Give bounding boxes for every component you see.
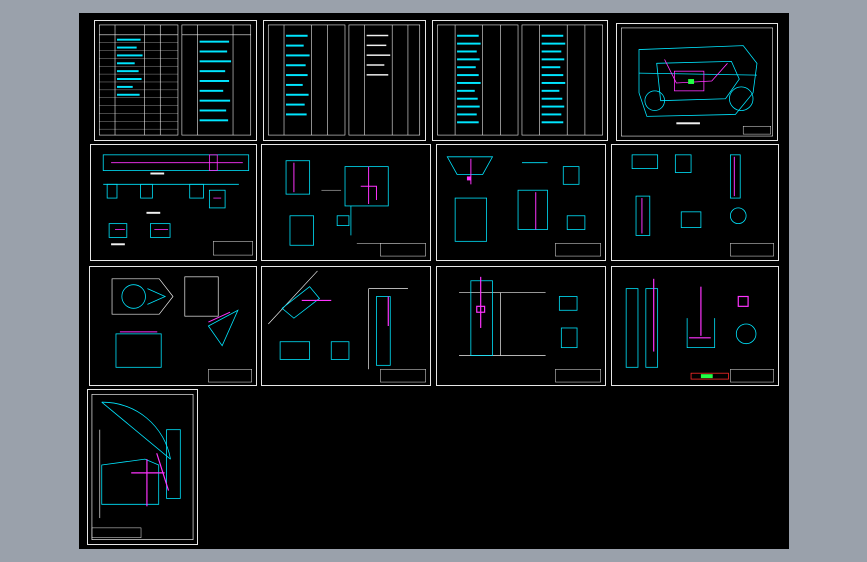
detail-drawing bbox=[446, 156, 601, 257]
detail-drawing bbox=[268, 270, 426, 383]
drawing-sheet-detail-8[interactable] bbox=[611, 266, 779, 386]
drawing-sheet-detail-2[interactable] bbox=[261, 144, 431, 261]
detail-drawing bbox=[625, 278, 774, 383]
schedule-table-drawing bbox=[98, 24, 252, 136]
detail-drawing bbox=[459, 276, 601, 383]
drawing-sheet-detail-6[interactable] bbox=[261, 266, 431, 386]
detail-drawing bbox=[111, 276, 252, 383]
drawing-sheet-detail-4[interactable] bbox=[611, 144, 779, 261]
plan-drawing bbox=[91, 393, 194, 541]
schedule-table-drawing bbox=[437, 24, 603, 136]
drawing-sheet-schedule-1[interactable] bbox=[94, 20, 257, 141]
drawing-sheet-plan-overview[interactable] bbox=[616, 23, 778, 141]
drawing-sheet-detail-1[interactable] bbox=[90, 144, 257, 261]
drawing-sheet-schedule-2[interactable] bbox=[263, 20, 426, 141]
drawing-sheet-schedule-3[interactable] bbox=[432, 20, 608, 141]
detail-drawing bbox=[285, 160, 426, 257]
drawing-sheet-detail-5[interactable] bbox=[89, 266, 257, 386]
cad-model-viewport[interactable] bbox=[79, 13, 789, 549]
detail-drawing bbox=[102, 154, 253, 256]
drawing-sheet-detail-3[interactable] bbox=[436, 144, 606, 261]
schedule-table-drawing bbox=[267, 24, 421, 136]
plan-drawing bbox=[621, 27, 773, 137]
detail-drawing bbox=[631, 154, 774, 257]
drawing-sheet-plan-corner[interactable] bbox=[87, 389, 198, 545]
drawing-sheet-detail-7[interactable] bbox=[436, 266, 606, 386]
